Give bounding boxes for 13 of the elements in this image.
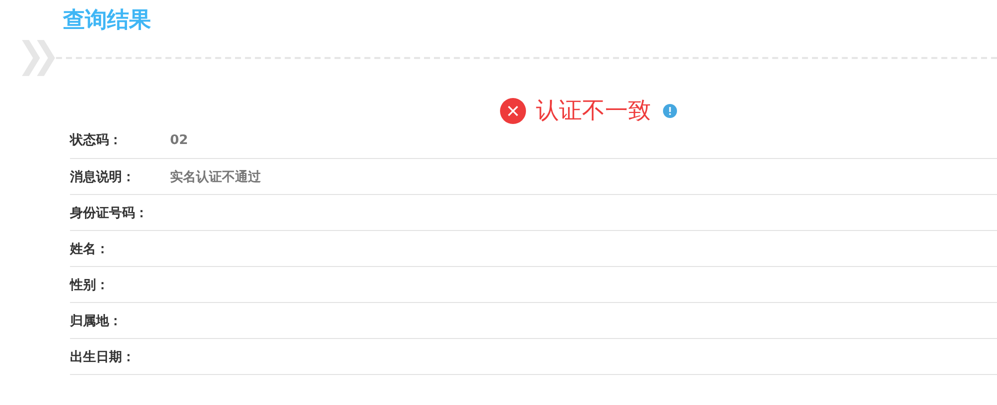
error-icon <box>500 98 526 124</box>
result-text: 认证不一致 <box>536 97 651 126</box>
field-label: 出生日期： <box>70 348 136 366</box>
field-value: 实名认证不通过 <box>170 168 261 186</box>
field-value: 02 <box>170 132 188 148</box>
field-label: 性别： <box>70 276 110 294</box>
section-title: 查询结果 <box>63 7 152 35</box>
field-label: 消息说明： <box>70 168 136 186</box>
info-icon <box>663 104 677 118</box>
field-label: 归属地： <box>70 312 123 330</box>
field-label: 身份证号码： <box>70 204 149 222</box>
field-label: 姓名： <box>70 240 110 258</box>
field-label: 状态码： <box>70 132 123 149</box>
